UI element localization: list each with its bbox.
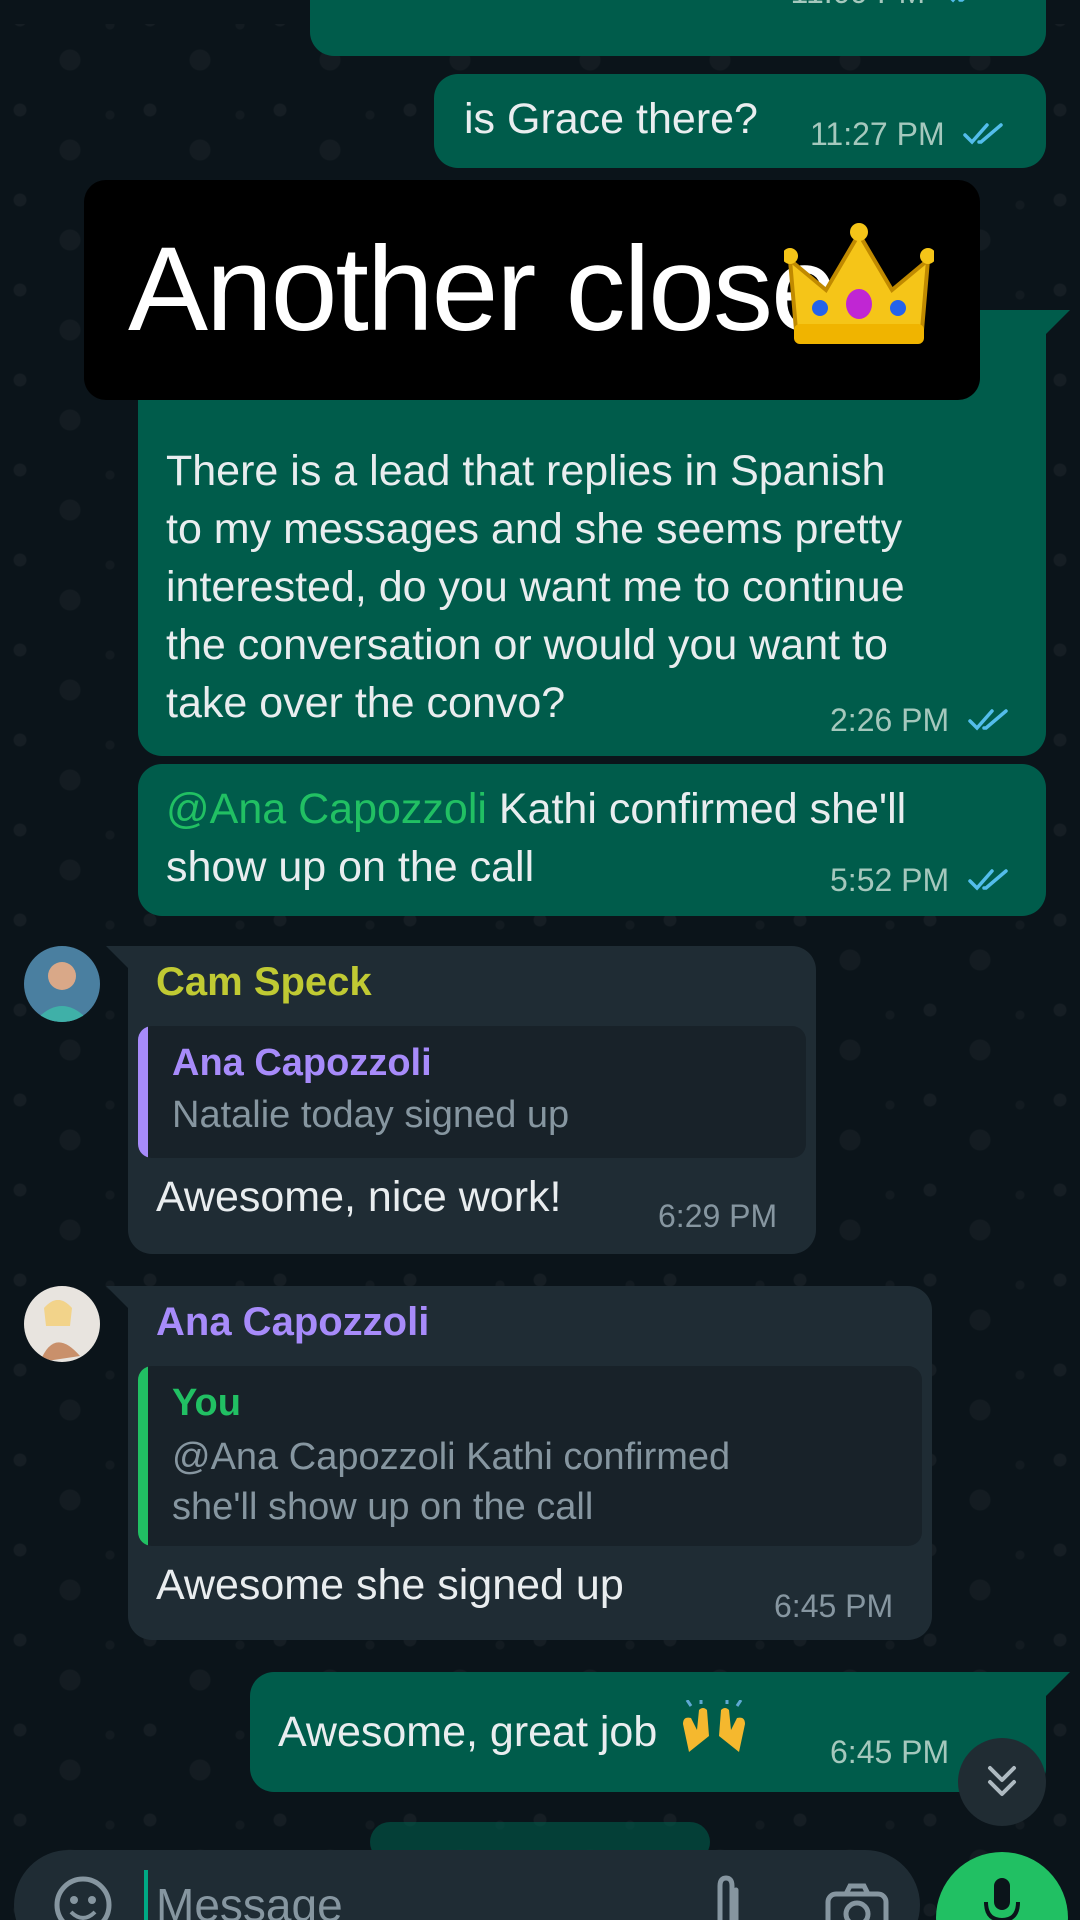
bubble-tail — [106, 946, 130, 970]
avatar-image — [24, 946, 100, 1022]
message-text: Awesome, nice work! — [156, 1173, 562, 1221]
bubble-tail — [1044, 310, 1070, 336]
message-bubble-outgoing[interactable]: @Ana Capozzoli Kathi confirmed she'll sh… — [138, 764, 1046, 916]
message-time-text: 11:27 PM — [810, 116, 945, 152]
message-time-text: 2:26 PM — [830, 702, 950, 738]
chevron-down-icon — [988, 1766, 1016, 1796]
message-bubble-outgoing[interactable]: 11:09 PM — [310, 0, 1046, 56]
quote-text: @Ana Capozzoli Kathi confirmed — [172, 1436, 731, 1478]
mic-button[interactable] — [936, 1852, 1068, 1920]
message-time: 5:52 PM — [830, 862, 1010, 899]
message-text: Awesome she signed up — [156, 1561, 624, 1609]
message-bubble-outgoing[interactable]: is Grace there? 11:27 PM — [434, 74, 1046, 168]
avatar[interactable] — [24, 946, 100, 1022]
crown-icon — [784, 223, 934, 344]
camera-icon[interactable] — [822, 1878, 892, 1920]
emoji-icon[interactable] — [50, 1872, 116, 1920]
message-text-line: interested, do you want me to continue — [166, 563, 905, 611]
message-text: Awesome, great job — [278, 1698, 751, 1761]
quote-accent-bar — [138, 1366, 148, 1546]
chat-background: 11:09 PM is Grace there? 11:27 PM There … — [0, 0, 1080, 1920]
scroll-to-bottom-button[interactable] — [958, 1738, 1046, 1826]
mention-link[interactable]: @Ana Capozzoli — [166, 785, 487, 833]
message-time: 6:45 PM — [830, 1734, 950, 1770]
sticker-text: Another close — [128, 222, 838, 356]
quoted-message[interactable]: You @Ana Capozzoli Kathi confirmed she'l… — [138, 1366, 922, 1546]
message-time: 6:29 PM — [658, 1198, 778, 1234]
double-check-icon — [968, 709, 1008, 731]
avatar-image — [24, 1286, 100, 1362]
quote-accent-bar — [138, 1026, 148, 1158]
message-bubble-outgoing[interactable]: Awesome, great job 6:45 PM — [250, 1672, 1070, 1792]
message-input[interactable] — [144, 1870, 664, 1920]
message-time: 11:27 PM — [810, 116, 1005, 153]
sender-name[interactable]: Cam Speck — [156, 960, 372, 1005]
message-text-line: There is a lead that replies in Spanish — [166, 447, 886, 495]
avatar[interactable] — [24, 1286, 100, 1362]
message-text-block: There is a lead that replies in Spanish … — [166, 442, 905, 732]
message-time: 6:45 PM — [774, 1588, 894, 1624]
sender-name[interactable]: Ana Capozzoli — [156, 1300, 429, 1345]
message-bubble-incoming[interactable]: Ana Capozzoli You @Ana Capozzoli Kathi c… — [106, 1286, 932, 1640]
message-text-line: to my messages and she seems pretty — [166, 505, 903, 553]
message-text-part: Kathi confirmed she'll — [486, 785, 907, 833]
message-bubble-incoming[interactable]: Cam Speck Ana Capozzoli Natalie today si… — [106, 946, 816, 1254]
message-text-part: Awesome, great job — [278, 1708, 658, 1756]
message-composer — [14, 1850, 920, 1920]
message-time-text: 5:52 PM — [830, 862, 950, 898]
quote-sender-name: You — [172, 1382, 241, 1424]
double-check-icon — [963, 123, 1004, 145]
bubble-tail — [106, 1286, 130, 1310]
message-text: show up on the call — [166, 843, 535, 891]
message-text: is Grace there? — [464, 95, 758, 143]
message-text: @Ana Capozzoli Kathi confirmed she'll — [166, 780, 906, 838]
message-text-line: take over the convo? — [166, 679, 566, 727]
quote-sender-name: Ana Capozzoli — [172, 1042, 432, 1084]
message-time: 11:09 PM — [791, 0, 986, 11]
double-check-icon — [968, 869, 1008, 891]
double-check-icon — [950, 0, 965, 3]
message-time-text: 11:09 PM — [791, 0, 926, 10]
sticker-image[interactable]: Another close — [84, 180, 980, 400]
quote-text: she'll show up on the call — [172, 1486, 594, 1528]
mic-icon — [984, 1878, 1020, 1920]
attach-icon[interactable] — [704, 1872, 754, 1920]
raising-hands-icon — [683, 1698, 746, 1752]
message-time: 2:26 PM — [830, 702, 1010, 739]
quote-text: Natalie today signed up — [172, 1094, 570, 1136]
quoted-message[interactable]: Ana Capozzoli Natalie today signed up — [138, 1026, 806, 1158]
message-text-line: the conversation or would you want to — [166, 621, 888, 669]
bubble-tail — [1044, 1672, 1070, 1698]
